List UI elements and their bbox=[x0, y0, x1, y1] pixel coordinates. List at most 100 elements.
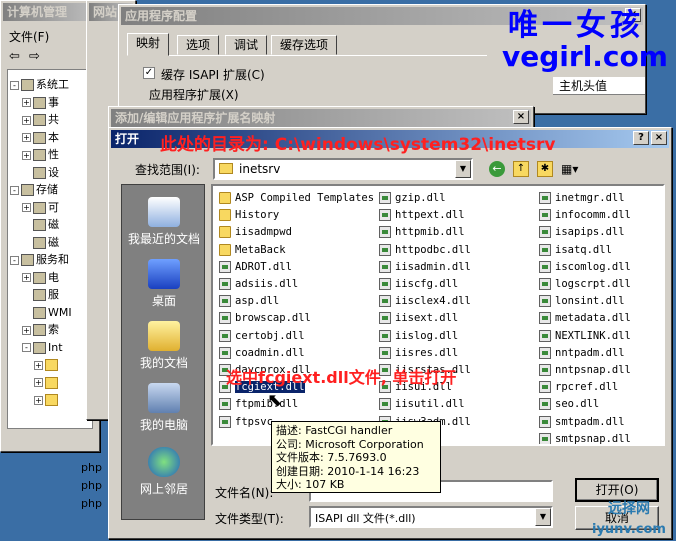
chevron-down-icon[interactable]: ▼ bbox=[535, 508, 551, 526]
place-network[interactable]: 网上邻居 bbox=[122, 447, 206, 497]
php-file-item[interactable]: php bbox=[81, 497, 102, 510]
tab-options[interactable]: 选项 bbox=[177, 35, 220, 55]
tab-cache-options[interactable]: 缓存选项 bbox=[271, 35, 338, 55]
file-item[interactable]: iisext.dll bbox=[379, 310, 458, 327]
tree-item[interactable]: 磁 bbox=[22, 216, 59, 233]
back-icon[interactable]: ← bbox=[489, 161, 505, 177]
open-close-button[interactable]: × bbox=[651, 131, 667, 145]
place-desktop[interactable]: 桌面 bbox=[122, 259, 206, 309]
tree-item[interactable]: - 服务和 bbox=[10, 251, 69, 268]
tree-item[interactable]: + 电 bbox=[22, 269, 59, 286]
cache-isapi-checkbox[interactable]: ✓ bbox=[143, 67, 155, 79]
tree-item[interactable]: + 共 bbox=[22, 111, 59, 128]
tree-item[interactable]: 磁 bbox=[22, 234, 59, 251]
file-item[interactable]: iisadmpwd bbox=[219, 224, 292, 241]
tree-item[interactable]: 服 bbox=[22, 286, 59, 303]
file-item[interactable]: smtpadm.dll bbox=[539, 414, 625, 431]
place-recent[interactable]: 我最近的文档 bbox=[122, 197, 206, 247]
file-item[interactable]: NEXTLINK.dll bbox=[539, 328, 631, 345]
help-button[interactable]: ? bbox=[633, 131, 649, 145]
tree-item[interactable]: - 系统工 bbox=[10, 76, 69, 93]
expand-icon[interactable]: + bbox=[34, 395, 43, 405]
file-item[interactable]: asp.dll bbox=[219, 293, 279, 310]
tree-item[interactable]: + bbox=[34, 356, 60, 373]
tree-item[interactable]: + 性 bbox=[22, 146, 59, 163]
forward-arrow-icon[interactable]: ⇨ bbox=[29, 49, 45, 64]
file-item[interactable]: iisclex4.dll bbox=[379, 293, 471, 310]
php-file-item[interactable]: php bbox=[81, 479, 102, 492]
php-file-item[interactable]: php bbox=[81, 461, 102, 474]
collapse-icon[interactable]: - bbox=[10, 185, 19, 195]
expand-icon[interactable]: + bbox=[22, 115, 31, 125]
file-item[interactable]: httpext.dll bbox=[379, 207, 465, 224]
file-item[interactable]: ASP Compiled Templates bbox=[219, 190, 374, 207]
file-item[interactable]: nntpadm.dll bbox=[539, 345, 625, 362]
file-item[interactable]: lonsint.dll bbox=[539, 293, 625, 310]
file-item[interactable]: inetmgr.dll bbox=[539, 190, 625, 207]
lookin-combobox[interactable]: inetsrv ▼ bbox=[213, 158, 473, 180]
expand-icon[interactable]: + bbox=[22, 273, 31, 282]
tree-item[interactable]: + 本 bbox=[22, 129, 59, 146]
file-item[interactable]: History bbox=[219, 207, 279, 224]
file-item[interactable]: ftpmib.dll bbox=[219, 396, 298, 413]
file-item[interactable]: logscrpt.dll bbox=[539, 276, 631, 293]
file-item[interactable]: iscomlog.dll bbox=[539, 259, 631, 276]
tab-mapping[interactable]: 映射 bbox=[127, 33, 170, 56]
tree-item[interactable]: + bbox=[34, 374, 60, 391]
collapse-icon[interactable]: - bbox=[22, 343, 31, 352]
place-my-computer[interactable]: 我的电脑 bbox=[122, 383, 206, 433]
file-item[interactable]: iisadmin.dll bbox=[379, 259, 471, 276]
file-item[interactable]: ADROT.dll bbox=[219, 259, 292, 276]
file-item[interactable]: gzip.dll bbox=[379, 190, 446, 207]
file-item[interactable]: coadmin.dll bbox=[219, 345, 305, 362]
file-item[interactable]: browscap.dll bbox=[219, 310, 311, 327]
collapse-icon[interactable]: - bbox=[10, 80, 19, 90]
filetype-combobox[interactable]: ISAPI dll 文件(*.dll) ▼ bbox=[309, 506, 553, 528]
file-item[interactable]: iislog.dll bbox=[379, 328, 458, 345]
file-item[interactable]: iiscfg.dll bbox=[379, 276, 458, 293]
file-item[interactable]: iisres.dll bbox=[379, 345, 458, 362]
file-item[interactable]: MetaBack bbox=[219, 242, 286, 259]
expand-icon[interactable]: + bbox=[22, 98, 31, 107]
expand-icon[interactable]: + bbox=[22, 133, 31, 142]
file-item[interactable]: rpcref.dll bbox=[539, 379, 618, 396]
tree-item[interactable]: + 索 bbox=[22, 321, 59, 338]
tree-item[interactable]: - 存储 bbox=[10, 181, 58, 198]
file-item[interactable]: certobj.dll bbox=[219, 328, 305, 345]
file-item[interactable]: isatq.dll bbox=[539, 242, 612, 259]
file-item[interactable]: seo.dll bbox=[539, 396, 599, 413]
tree-item[interactable]: 设 bbox=[22, 164, 59, 181]
addedit-close-button[interactable]: × bbox=[513, 110, 529, 124]
file-item[interactable]: nntpsnap.dll bbox=[539, 362, 631, 379]
expand-icon[interactable]: + bbox=[34, 378, 43, 387]
file-item[interactable]: infocomm.dll bbox=[539, 207, 631, 224]
back-arrow-icon[interactable]: ⇦ bbox=[9, 49, 25, 64]
file-item[interactable]: httpodbc.dll bbox=[379, 242, 471, 259]
file-item[interactable]: isapips.dll bbox=[539, 224, 625, 241]
addedit-titlebar[interactable]: 添加/编辑应用程序扩展名映射 bbox=[111, 109, 531, 127]
cm-titlebar[interactable]: 计算机管理 bbox=[3, 3, 97, 21]
tree-item[interactable]: WMI bbox=[22, 304, 72, 321]
collapse-icon[interactable]: - bbox=[10, 255, 19, 265]
file-item[interactable]: metadata.dll bbox=[539, 310, 631, 327]
expand-icon[interactable]: + bbox=[34, 360, 43, 370]
tree-item[interactable]: - Int bbox=[22, 339, 63, 356]
file-item[interactable]: iisutil.dll bbox=[379, 396, 465, 413]
tree-item[interactable]: + bbox=[34, 391, 60, 408]
file-item[interactable]: httpmib.dll bbox=[379, 224, 465, 241]
up-folder-icon[interactable]: ↑ bbox=[513, 161, 529, 177]
new-folder-icon[interactable]: ✱ bbox=[537, 161, 553, 177]
tree-item[interactable]: + 事 bbox=[22, 94, 59, 111]
view-menu-icon[interactable]: ▦▾ bbox=[561, 161, 583, 177]
expand-icon[interactable]: + bbox=[22, 325, 31, 335]
chevron-down-icon[interactable]: ▼ bbox=[455, 160, 471, 178]
tree-item[interactable]: + 可 bbox=[22, 199, 59, 216]
file-item[interactable]: adsiis.dll bbox=[219, 276, 298, 293]
file-item[interactable]: smtpsnap.dll bbox=[539, 431, 631, 444]
tab-debug[interactable]: 调试 bbox=[225, 35, 268, 55]
menu-file[interactable]: 文件(F) bbox=[9, 28, 49, 45]
expand-icon[interactable]: + bbox=[22, 150, 31, 160]
file-item[interactable]: ftpsvc bbox=[219, 414, 273, 431]
expand-icon[interactable]: + bbox=[22, 203, 31, 212]
place-my-documents[interactable]: 我的文档 bbox=[122, 321, 206, 371]
